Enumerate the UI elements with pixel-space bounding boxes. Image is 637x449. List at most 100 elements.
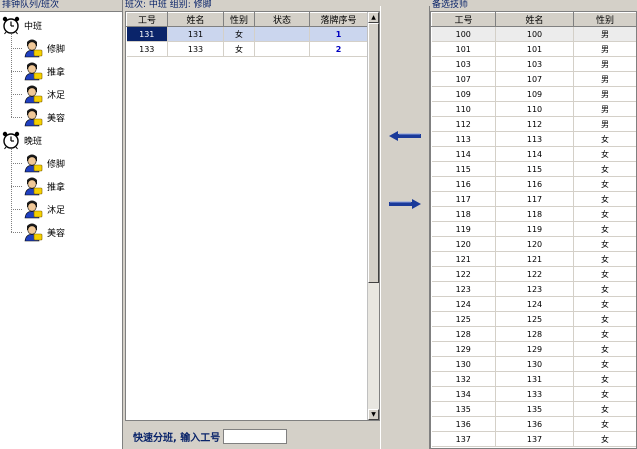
tree-connector (11, 209, 22, 210)
candidate-row[interactable]: 100 100 男 (431, 26, 636, 42)
candidate-cell-name: 133 (495, 386, 574, 402)
candidate-row[interactable]: 134 133 女 (431, 386, 636, 402)
candidate-row[interactable]: 124 124 女 (431, 296, 636, 312)
tree-group-label: 推拿 (47, 182, 66, 193)
candidate-row[interactable]: 103 103 男 (431, 56, 636, 72)
candidate-row[interactable]: 129 129 女 (431, 341, 636, 357)
candidate-cell-gender: 女 (573, 251, 636, 267)
candidate-cell-id: 116 (431, 176, 496, 192)
assigned-column-header[interactable]: 落牌序号 (309, 12, 368, 27)
assigned-column-header[interactable]: 性别 (223, 12, 255, 27)
candidate-row[interactable]: 107 107 男 (431, 71, 636, 87)
assigned-row[interactable]: 133 133 女 2 (126, 41, 368, 57)
tree-shift-1[interactable]: 晚班 (1, 129, 42, 151)
tree-group-item[interactable]: 美容 (22, 106, 65, 128)
candidate-row[interactable]: 115 115 女 (431, 161, 636, 177)
candidate-row[interactable]: 112 112 男 (431, 116, 636, 132)
candidate-cell-gender: 女 (573, 386, 636, 402)
candidate-cell-name: 112 (495, 116, 574, 132)
scroll-down-button[interactable]: ▼ (368, 409, 379, 420)
candidate-cell-gender: 女 (573, 221, 636, 237)
candidate-row[interactable]: 117 117 女 (431, 191, 636, 207)
candidate-row[interactable]: 122 122 女 (431, 266, 636, 282)
candidate-cell-gender: 女 (573, 236, 636, 252)
tree-group-item[interactable]: 推拿 (22, 60, 65, 82)
quick-assign-bar: 快速分班, 输入工号 (125, 423, 378, 449)
candidate-cell-id: 121 (431, 251, 496, 267)
candidate-row[interactable]: 110 110 男 (431, 101, 636, 117)
candidate-row[interactable]: 125 125 女 (431, 311, 636, 327)
candidate-cell-id: 114 (431, 146, 496, 162)
tree-group-item[interactable]: 沐足 (22, 83, 65, 105)
candidate-row[interactable]: 119 119 女 (431, 221, 636, 237)
candidate-grid[interactable]: 工号 姓名 性别 100 100 男 101 101 男 103 103 男 107 107 男 109 10… (430, 11, 637, 449)
assigned-grid[interactable]: 工号 姓名 性别 状态 落牌序号 131 131 女 1 133 133 女 2 ▲ ▼ (125, 11, 380, 421)
candidate-cell-name: 124 (495, 296, 574, 312)
assigned-cell-seq: 2 (309, 41, 368, 57)
assigned-scrollbar[interactable]: ▲ ▼ (367, 12, 379, 420)
candidate-row[interactable]: 136 136 女 (431, 416, 636, 432)
tree-group-item[interactable]: 美容 (22, 221, 65, 243)
technician-icon (24, 154, 43, 173)
candidate-cell-name: 128 (495, 326, 574, 342)
candidate-cell-gender: 男 (573, 26, 636, 42)
candidate-cell-id: 128 (431, 326, 496, 342)
candidate-row[interactable]: 121 121 女 (431, 251, 636, 267)
tree-shift-0[interactable]: 中班 (1, 14, 42, 36)
candidate-cell-name: 110 (495, 101, 574, 117)
candidate-row[interactable]: 123 123 女 (431, 281, 636, 297)
candidate-cell-name: 114 (495, 146, 574, 162)
tree-group-item[interactable]: 修脚 (22, 152, 65, 174)
tree-connector (11, 149, 12, 232)
move-right-button[interactable] (389, 198, 421, 210)
tree-group-label: 沐足 (47, 205, 66, 216)
candidate-cell-id: 113 (431, 131, 496, 147)
tree-connector (11, 71, 22, 72)
assigned-row[interactable]: 131 131 女 1 (126, 26, 368, 42)
assigned-column-header[interactable]: 姓名 (167, 12, 224, 27)
candidate-column-header[interactable]: 性别 (573, 12, 636, 27)
candidate-row[interactable]: 137 137 女 (431, 431, 636, 447)
shift-tree[interactable]: 中班 修脚 推拿 沐足 美容 晚班 修脚 推拿 沐足 美容 (0, 11, 122, 449)
scroll-up-button[interactable]: ▲ (368, 12, 379, 23)
candidate-column-header[interactable]: 姓名 (495, 12, 574, 27)
candidate-row[interactable]: 128 128 女 (431, 326, 636, 342)
candidate-row[interactable]: 118 118 女 (431, 206, 636, 222)
technician-icon (24, 62, 43, 81)
tree-connector (11, 163, 22, 164)
candidate-cell-id: 109 (431, 86, 496, 102)
candidate-row[interactable]: 132 131 女 (431, 371, 636, 387)
candidate-cell-name: 120 (495, 236, 574, 252)
candidate-cell-name: 137 (495, 431, 574, 447)
candidate-cell-name: 107 (495, 71, 574, 87)
candidate-row[interactable]: 116 116 女 (431, 176, 636, 192)
candidate-cell-name: 122 (495, 266, 574, 282)
candidate-row[interactable]: 130 130 女 (431, 356, 636, 372)
candidate-cell-gender: 女 (573, 431, 636, 447)
tree-group-item[interactable]: 沐足 (22, 198, 65, 220)
queue-panel-caption: 排钟队列/班次 (0, 0, 122, 10)
candidate-cell-gender: 男 (573, 116, 636, 132)
candidate-cell-gender: 女 (573, 416, 636, 432)
tree-connector (11, 186, 22, 187)
tree-group-item[interactable]: 修脚 (22, 37, 65, 59)
tree-group-item[interactable]: 推拿 (22, 175, 65, 197)
candidate-column-header[interactable]: 工号 (431, 12, 496, 27)
candidate-row[interactable]: 114 114 女 (431, 146, 636, 162)
arrow-right-icon (389, 199, 421, 209)
candidate-cell-name: 129 (495, 341, 574, 357)
assigned-column-header[interactable]: 工号 (126, 12, 168, 27)
candidate-cell-name: 109 (495, 86, 574, 102)
assigned-column-header[interactable]: 状态 (254, 12, 310, 27)
candidate-row[interactable]: 113 113 女 (431, 131, 636, 147)
assigned-cell-seq: 1 (309, 26, 368, 42)
assigned-cell-id: 133 (126, 41, 168, 57)
candidate-row[interactable]: 109 109 男 (431, 86, 636, 102)
quick-assign-input[interactable] (223, 428, 288, 444)
candidate-row[interactable]: 120 120 女 (431, 236, 636, 252)
candidate-cell-id: 118 (431, 206, 496, 222)
candidate-row[interactable]: 135 135 女 (431, 401, 636, 417)
scroll-thumb[interactable] (368, 23, 379, 283)
move-left-button[interactable] (389, 130, 421, 142)
candidate-row[interactable]: 101 101 男 (431, 41, 636, 57)
